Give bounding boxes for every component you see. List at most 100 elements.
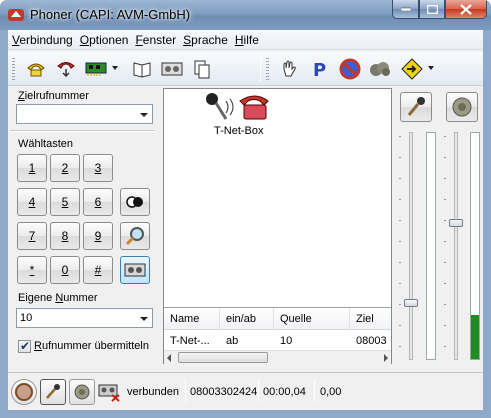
- window-title: Phoner (CAPI: AVM-GmbH): [30, 7, 191, 22]
- menu-label: ilfe: [243, 32, 259, 47]
- phonebook-button[interactable]: [130, 58, 154, 80]
- scrollbar-thumb[interactable]: [178, 352, 268, 363]
- forward-button[interactable]: [400, 58, 424, 80]
- status-recorder-button[interactable]: [98, 382, 120, 402]
- cell-source[interactable]: 10: [274, 332, 350, 350]
- speaker-slider-thumb[interactable]: [449, 219, 463, 228]
- record-icon: [15, 383, 33, 401]
- toolbar: P: [8, 52, 483, 86]
- microphone-slider-thumb[interactable]: [404, 299, 418, 307]
- label-text: ummer: [63, 292, 98, 304]
- tnet-box-device[interactable]: [200, 91, 272, 125]
- menu-verbindung[interactable]: Verbindung: [8, 30, 76, 50]
- close-button[interactable]: [445, 0, 487, 19]
- scroll-left-icon[interactable]: [167, 354, 171, 362]
- maximize-icon: [426, 4, 438, 14]
- chevron-down-icon[interactable]: [140, 317, 148, 321]
- microphone-slider-track[interactable]: [409, 132, 413, 360]
- key-6[interactable]: 6: [83, 188, 113, 216]
- combo-value: 10: [20, 312, 33, 324]
- key-label: 9: [94, 229, 102, 243]
- maximize-button[interactable]: [419, 0, 445, 19]
- client-area: Verbindung Optionen Fenster Sprache Hilf…: [8, 30, 483, 410]
- column-header-source[interactable]: Quelle: [274, 308, 350, 330]
- minimize-button[interactable]: [392, 0, 419, 19]
- cell-direction[interactable]: ab: [220, 332, 274, 350]
- menu-accel: O: [79, 32, 90, 47]
- hangup-button[interactable]: [54, 58, 78, 80]
- column-header-name[interactable]: Name: [164, 308, 220, 330]
- answering-machine-button[interactable]: [160, 58, 184, 80]
- toggle-dtmf-button[interactable]: [120, 188, 150, 216]
- answering-machine-key[interactable]: [120, 256, 150, 284]
- speaker-slider-track[interactable]: [454, 132, 458, 360]
- forward-dropdown-icon[interactable]: [428, 66, 434, 70]
- status-call-button[interactable]: [11, 379, 37, 405]
- chevron-down-icon[interactable]: [140, 113, 148, 117]
- column-header-target[interactable]: Ziel: [350, 308, 391, 330]
- hold-button[interactable]: [278, 58, 302, 80]
- call-duration: 00:00,04: [263, 386, 306, 398]
- label-text: ielrufnummer: [24, 90, 89, 102]
- road-sign-arrow-icon: [401, 58, 423, 80]
- toolbar-grip[interactable]: [12, 58, 15, 80]
- toolbar-grip[interactable]: [266, 58, 269, 80]
- phoner-app-icon: [8, 9, 24, 21]
- close-icon: [460, 3, 472, 15]
- key-2[interactable]: 2: [50, 154, 80, 182]
- phoner-window: Phoner (CAPI: AVM-GmbH) Verbindung Optio…: [0, 0, 491, 418]
- park-button[interactable]: P: [308, 58, 332, 80]
- search-button[interactable]: [120, 222, 150, 250]
- key-1[interactable]: 1: [17, 154, 47, 182]
- microphone-button[interactable]: [400, 92, 432, 122]
- divider: [10, 130, 155, 132]
- rufnummer-checkbox[interactable]: ✔: [18, 339, 31, 353]
- status-microphone-button[interactable]: [40, 379, 66, 405]
- eigene-nummer-combo[interactable]: 10: [16, 308, 153, 328]
- key-label: 0: [61, 263, 69, 277]
- dial-button[interactable]: [24, 58, 48, 80]
- calls-list: Name ein/ab Quelle Ziel T-Net-... ab 10 …: [164, 307, 391, 364]
- key-8[interactable]: 8: [50, 222, 80, 250]
- menu-optionen[interactable]: Optionen: [76, 30, 132, 50]
- title-bar[interactable]: Phoner (CAPI: AVM-GmbH): [0, 0, 491, 30]
- zielrufnummer-combo[interactable]: [16, 104, 153, 124]
- key-3[interactable]: 3: [83, 154, 113, 182]
- rufnummer-label[interactable]: Rufnummer übermitteln: [34, 340, 149, 352]
- status-separator: [258, 380, 259, 402]
- label-accel: Z: [18, 90, 25, 102]
- status-speaker-button[interactable]: [69, 379, 95, 405]
- key-hash[interactable]: #: [83, 256, 113, 284]
- key-0[interactable]: 0: [50, 256, 80, 284]
- horizontal-scrollbar[interactable]: [164, 350, 391, 364]
- microphone-icon: [46, 384, 60, 399]
- tape-recorder-icon: [161, 62, 183, 76]
- cell-name[interactable]: T-Net-...: [164, 332, 220, 350]
- column-header-direction[interactable]: ein/ab: [220, 308, 274, 330]
- key-7[interactable]: 7: [17, 222, 47, 250]
- copy-button[interactable]: [190, 58, 214, 80]
- scroll-right-icon[interactable]: [384, 354, 388, 362]
- menu-fenster[interactable]: Fenster: [131, 30, 179, 50]
- slider-ticks: [399, 136, 401, 358]
- key-label: 2: [61, 161, 69, 175]
- key-label: *: [29, 263, 35, 277]
- speaker-icon: [74, 384, 90, 400]
- microphone-phone-icon: [206, 93, 269, 120]
- cell-target[interactable]: 08003: [350, 332, 391, 350]
- key-star[interactable]: *: [17, 256, 47, 284]
- block-button[interactable]: [338, 58, 362, 80]
- conference-button[interactable]: [368, 58, 392, 80]
- capi-device-dropdown-icon[interactable]: [112, 66, 118, 70]
- status-separator: [314, 380, 315, 402]
- key-5[interactable]: 5: [50, 188, 80, 216]
- no-entry-icon: [339, 58, 361, 80]
- capi-device-button[interactable]: [84, 58, 108, 80]
- key-9[interactable]: 9: [83, 222, 113, 250]
- speaker-button[interactable]: [446, 92, 478, 122]
- key-4[interactable]: 4: [17, 188, 47, 216]
- menu-label: enster: [142, 32, 177, 47]
- menu-sprache[interactable]: Sprache: [179, 30, 231, 50]
- magnifier-icon: [125, 227, 144, 246]
- menu-hilfe[interactable]: Hilfe: [231, 30, 262, 50]
